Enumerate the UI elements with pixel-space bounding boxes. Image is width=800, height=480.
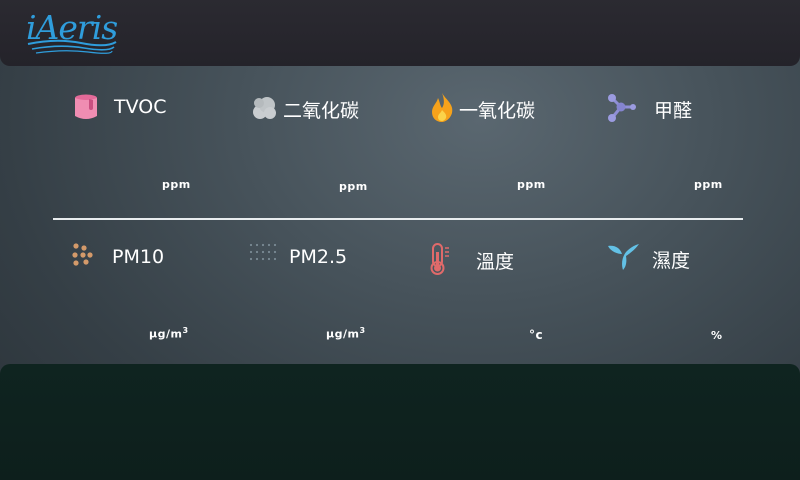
sensor-tile-pm25[interactable]: PM2.5 μg/m3 xyxy=(249,242,425,342)
sensor-label: PM2.5 xyxy=(289,246,348,268)
sensor-unit: μg/m3 xyxy=(326,326,366,341)
sensor-tile-co2[interactable]: 二氧化碳 ppm xyxy=(250,92,426,193)
coarse-particles-icon xyxy=(72,243,93,266)
row-divider xyxy=(53,218,743,220)
sensor-unit: ppm xyxy=(517,178,546,191)
sensor-tile-pm10[interactable]: PM10 μg/m3 xyxy=(72,242,248,342)
sensor-unit: ppm xyxy=(694,178,723,191)
sensor-label: 濕度 xyxy=(652,250,691,272)
smoke-cloud-icon xyxy=(253,97,276,119)
water-drop-icon xyxy=(608,244,639,270)
sensor-tile-humidity[interactable]: 濕度 % xyxy=(607,242,783,342)
sensor-unit: °c xyxy=(529,328,544,342)
flame-icon xyxy=(432,93,453,122)
thermometer-icon xyxy=(430,243,449,275)
sensor-unit: μg/m3 xyxy=(149,326,189,341)
logo-swoosh-icon xyxy=(27,39,117,54)
sensor-tile-temperature[interactable]: 溫度 °c xyxy=(428,242,604,342)
sensor-label: 一氧化碳 xyxy=(459,100,536,122)
brand-logo: iAeris xyxy=(26,8,118,56)
sensor-label: 溫度 xyxy=(476,251,515,273)
sensor-tile-tvoc[interactable]: TVOC ppm xyxy=(72,92,248,192)
sensor-unit: ppm xyxy=(339,180,368,193)
sensor-label: TVOC xyxy=(114,96,167,118)
sensor-tile-formaldehyde[interactable]: 甲醛 ppm xyxy=(606,92,782,192)
molecule-icon xyxy=(608,94,636,122)
app-header: iAeris xyxy=(0,0,800,66)
sensor-label: PM10 xyxy=(112,246,165,268)
sensor-unit: ppm xyxy=(162,178,191,191)
sensor-label: 甲醛 xyxy=(654,100,693,122)
paint-bucket-icon xyxy=(75,94,97,119)
sensor-tile-co[interactable]: 一氧化碳 ppm xyxy=(428,92,604,192)
fine-particles-icon xyxy=(249,243,277,261)
sensor-unit: % xyxy=(711,329,723,342)
bottom-panel xyxy=(0,364,800,480)
sensor-label: 二氧化碳 xyxy=(283,100,360,122)
